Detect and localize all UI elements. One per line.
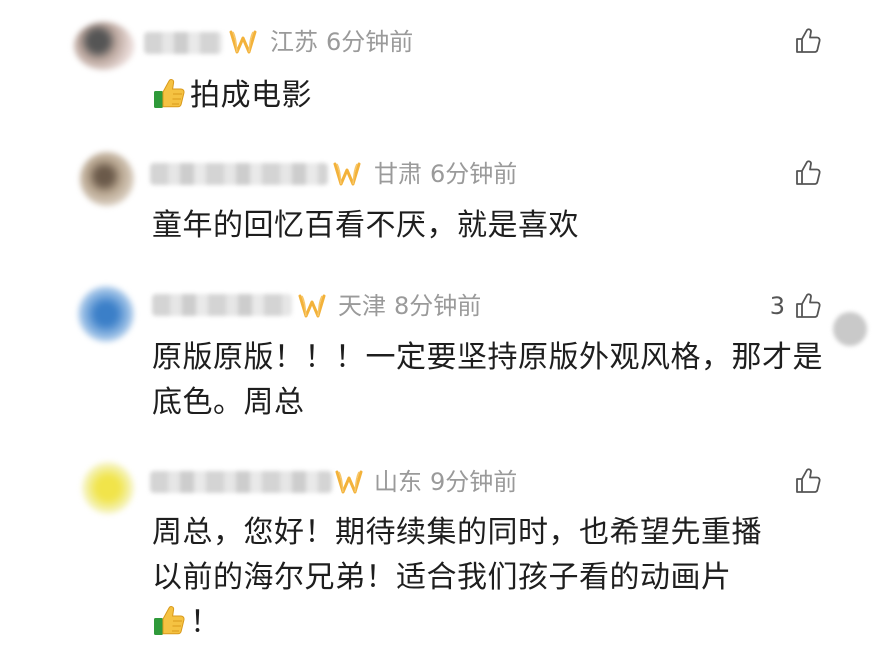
thumbs-up-emoji-icon bbox=[152, 75, 188, 111]
region-label: 天津 bbox=[338, 292, 386, 320]
comment-text-content: ！ bbox=[190, 605, 221, 640]
username-blurred[interactable] bbox=[150, 471, 332, 493]
avatar[interactable] bbox=[82, 462, 134, 514]
username-blurred[interactable] bbox=[144, 32, 222, 54]
region-label: 甘肃 bbox=[374, 160, 422, 188]
like-button[interactable] bbox=[793, 466, 823, 496]
comment-line: 周总，您好！期待续集的同时，也希望先重播 bbox=[152, 515, 762, 550]
comment-text: 原版原版！！！一定要坚持原版外观风格，那才是底色。周总 bbox=[152, 340, 823, 420]
comment-meta: 江苏 6分钟前 bbox=[270, 27, 421, 57]
like-count: 3 bbox=[769, 292, 785, 320]
avatar[interactable] bbox=[74, 22, 134, 70]
thumbs-up-outline-icon[interactable] bbox=[793, 158, 823, 188]
thumbs-up-emoji-icon bbox=[152, 602, 188, 638]
comment-meta: 甘肃 6分钟前 bbox=[374, 159, 525, 189]
comment-line: ！ bbox=[152, 600, 842, 645]
comment-line: 以前的海尔兄弟！适合我们孩子看的动画片 bbox=[152, 560, 732, 595]
vip-badge-icon bbox=[334, 468, 364, 496]
comment-text-content: 拍成电影 bbox=[190, 78, 312, 113]
vip-badge-icon bbox=[297, 292, 327, 320]
region-label: 江苏 bbox=[270, 28, 318, 56]
comment-text: 周总，您好！期待续集的同时，也希望先重播 以前的海尔兄弟！适合我们孩子看的动画片… bbox=[152, 510, 842, 645]
comment-meta: 山东 9分钟前 bbox=[374, 467, 525, 497]
vip-badge-icon bbox=[228, 28, 258, 56]
comment-text: 童年的回忆百看不厌，就是喜欢 bbox=[152, 208, 579, 243]
thumbs-up-outline-icon[interactable] bbox=[793, 26, 823, 56]
avatar[interactable] bbox=[80, 152, 134, 206]
thumbs-up-outline-icon[interactable] bbox=[793, 291, 823, 321]
username-blurred[interactable] bbox=[150, 163, 328, 185]
username-blurred[interactable] bbox=[152, 294, 292, 316]
vip-badge-icon bbox=[332, 160, 362, 188]
avatar[interactable] bbox=[78, 286, 134, 342]
like-button[interactable] bbox=[793, 158, 823, 188]
comment-text: 拍成电影 bbox=[152, 73, 842, 118]
like-button[interactable] bbox=[793, 26, 823, 56]
timestamp: 6分钟前 bbox=[326, 28, 414, 56]
region-label: 山东 bbox=[374, 468, 422, 496]
timestamp: 8分钟前 bbox=[394, 292, 482, 320]
timestamp: 9分钟前 bbox=[430, 468, 518, 496]
like-button[interactable]: 3 bbox=[770, 291, 823, 321]
thumbs-up-outline-icon[interactable] bbox=[793, 466, 823, 496]
scroll-indicator[interactable] bbox=[833, 312, 867, 346]
comment-meta: 天津 8分钟前 bbox=[338, 291, 489, 321]
timestamp: 6分钟前 bbox=[430, 160, 518, 188]
